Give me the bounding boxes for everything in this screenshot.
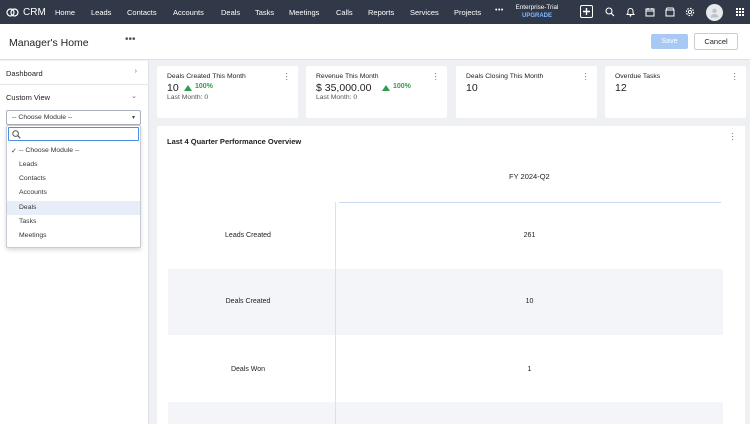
cancel-button[interactable]: Cancel: [694, 33, 738, 50]
settings-icon[interactable]: [684, 6, 696, 18]
row-label: Deals Created: [225, 298, 271, 305]
trial-plan-label: Enterprise-Trial: [515, 4, 559, 11]
row-value: 261: [523, 232, 536, 239]
option-label: Deals: [19, 204, 37, 211]
nav-link-meetings[interactable]: Meetings: [289, 8, 319, 17]
title-more-options-button[interactable]: •••: [125, 34, 136, 45]
panel-title: Last 4 Quarter Performance Overview: [167, 137, 302, 146]
nav-link-deals[interactable]: Deals: [221, 8, 240, 17]
card-last-month: Last Month: 0: [167, 94, 209, 101]
card-more-options-icon[interactable]: · · ·: [733, 70, 736, 84]
avatar[interactable]: [706, 4, 723, 21]
trial-badge[interactable]: Enterprise-Trial UPGRADE: [513, 4, 561, 20]
card-value: 10: [167, 82, 179, 94]
card-more-options-icon[interactable]: · · ·: [584, 70, 587, 84]
search-icon: [12, 130, 21, 139]
nav-link-accounts[interactable]: Accounts: [173, 8, 204, 17]
option-label: Accounts: [19, 189, 47, 196]
card-more-options-icon[interactable]: · · ·: [434, 70, 437, 84]
module-select[interactable]: -- Choose Module -- ▾: [6, 110, 141, 125]
card-title: Revenue This Month: [316, 73, 379, 80]
kpi-card-deals-closing: Deals Closing This Month 10 · · ·: [456, 66, 597, 118]
card-title: Overdue Tasks: [615, 73, 661, 80]
crm-logo[interactable]: CRM: [6, 7, 46, 18]
card-value: 12: [615, 82, 627, 94]
custom-view-label: Custom View: [6, 93, 51, 102]
option-label: Contacts: [19, 175, 46, 182]
kpi-card-revenue: Revenue This Month $ 35,000.00 100% Last…: [306, 66, 447, 118]
chevron-right-icon: ›: [134, 68, 137, 75]
select-arrow-icon: ▾: [131, 115, 135, 121]
calendar-icon[interactable]: [644, 6, 656, 18]
card-value: 10: [466, 82, 478, 94]
table-row: Leads Created 261: [168, 203, 723, 269]
kpi-card-overdue-tasks: Overdue Tasks 12 · · ·: [605, 66, 746, 118]
apps-grid-icon[interactable]: [734, 6, 746, 18]
row-label: Deals Won: [230, 366, 266, 373]
dropdown-option[interactable]: ✓ -- Choose Module --: [7, 144, 140, 158]
card-more-options-icon[interactable]: · · ·: [285, 70, 288, 84]
dropdown-option[interactable]: Tasks: [7, 215, 140, 229]
chevron-down-icon: ⌄: [131, 93, 137, 100]
dropdown-option[interactable]: Meetings: [7, 229, 140, 243]
custom-view-section[interactable]: Custom View ⌄: [0, 85, 149, 109]
card-value: $ 35,000.00: [316, 82, 372, 94]
dropdown-option[interactable]: Leads: [7, 158, 140, 172]
row-label: Leads Created: [225, 232, 271, 239]
bell-icon[interactable]: [624, 6, 636, 18]
checkmark-icon: ✓: [11, 148, 17, 155]
page-title: Manager's Home: [9, 37, 89, 49]
nav-link-services[interactable]: Services: [410, 8, 439, 17]
dashboard-label: Dashboard: [6, 69, 43, 78]
row-value: 1: [527, 366, 532, 373]
marketplace-icon[interactable]: [664, 6, 676, 18]
user-icon: [710, 8, 719, 18]
nav-link-projects[interactable]: Projects: [454, 8, 481, 17]
up-arrow-icon: [382, 85, 390, 91]
nav-link-contacts[interactable]: Contacts: [127, 8, 157, 17]
search-icon[interactable]: [604, 6, 616, 18]
page-header: Manager's Home ••• Save Cancel: [0, 24, 750, 60]
option-label: Tasks: [19, 218, 37, 225]
performance-overview-panel: Last 4 Quarter Performance Overview · · · …: [157, 126, 745, 424]
dropdown-search-input[interactable]: [8, 127, 139, 141]
column-divider: [335, 202, 336, 424]
up-arrow-icon: [184, 85, 192, 91]
card-percent-change: 100%: [195, 83, 213, 90]
option-label: Leads: [19, 161, 38, 168]
module-dropdown-list: ✓ -- Choose Module -- Leads Contacts Acc…: [6, 125, 141, 248]
card-title: Deals Created This Month: [167, 73, 246, 80]
table-row: Deals Won 1: [168, 335, 723, 401]
card-title: Deals Closing This Month: [466, 73, 544, 80]
option-label: Meetings: [19, 232, 47, 239]
kpi-card-deals-created: Deals Created This Month 10 100% Last Mo…: [157, 66, 298, 118]
dropdown-option-highlighted[interactable]: Deals: [7, 201, 140, 215]
save-button[interactable]: Save: [651, 34, 688, 49]
table-row-partial: [168, 402, 723, 424]
module-select-value: -- Choose Module --: [12, 114, 73, 121]
nav-link-calls[interactable]: Calls: [336, 8, 353, 17]
table-row: Deals Created 10: [168, 269, 723, 335]
card-last-month: Last Month: 0: [316, 94, 358, 101]
add-icon[interactable]: [580, 5, 593, 18]
nav-link-tasks[interactable]: Tasks: [255, 8, 274, 17]
logo-text: CRM: [23, 6, 46, 18]
nav-link-leads[interactable]: Leads: [91, 8, 111, 17]
row-value: 10: [525, 298, 534, 305]
panel-more-options-icon[interactable]: · · ·: [731, 130, 734, 144]
upgrade-link[interactable]: UPGRADE: [513, 12, 561, 20]
top-navigation-bar: CRM Home Leads Contacts Accounts Deals T…: [0, 0, 750, 24]
nav-link-reports[interactable]: Reports: [368, 8, 394, 17]
nav-more-button[interactable]: •••: [495, 7, 504, 14]
option-label: -- Choose Module --: [19, 147, 80, 154]
dropdown-option[interactable]: Accounts: [7, 186, 140, 200]
dropdown-option[interactable]: Contacts: [7, 172, 140, 186]
card-percent-change: 100%: [393, 83, 411, 90]
dashboard-section[interactable]: Dashboard ›: [0, 61, 149, 85]
quarter-column-header: FY 2024-Q2: [509, 172, 550, 181]
nav-link-home[interactable]: Home: [55, 8, 75, 17]
crm-logo-icon: [6, 7, 19, 17]
